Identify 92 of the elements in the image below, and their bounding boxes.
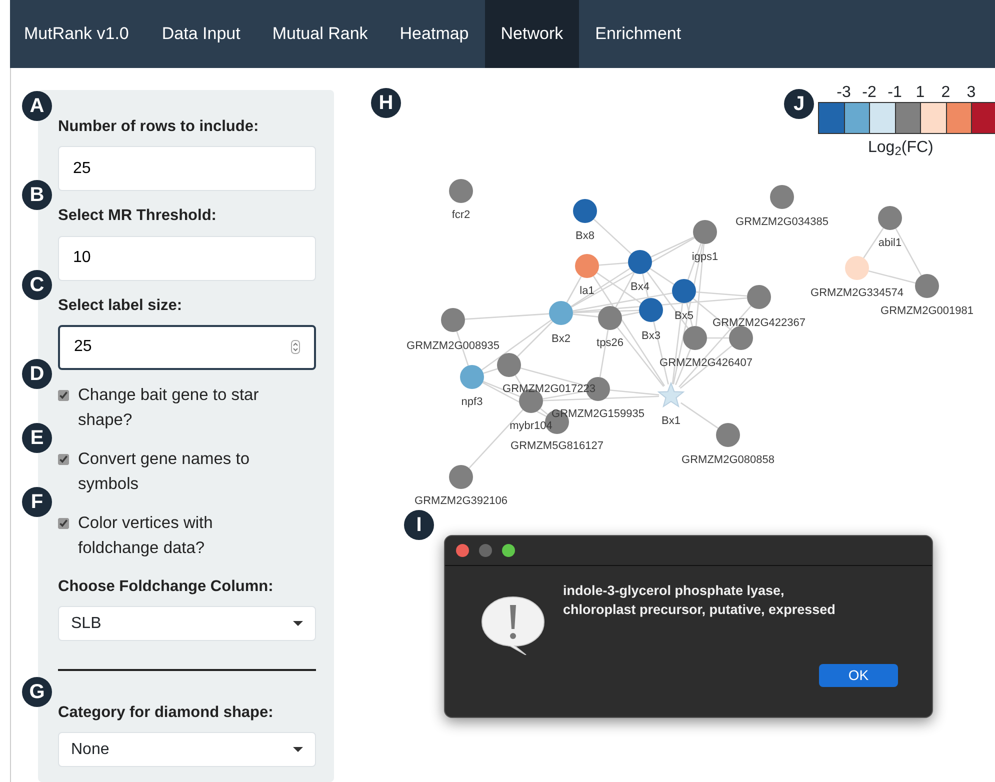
node-label: Bx1: [662, 415, 680, 427]
network-node[interactable]: [460, 365, 484, 389]
network-node[interactable]: [878, 206, 902, 230]
legend-tick: 1: [914, 84, 926, 102]
nav-tab[interactable]: Heatmap: [384, 0, 485, 68]
checkbox[interactable]: [58, 390, 69, 401]
node-label: Bx8: [576, 230, 594, 242]
node-label: GRMZM2G422367: [712, 317, 806, 329]
node-label: abil1: [878, 237, 902, 249]
annotation-marker: G: [22, 677, 52, 707]
network-edge: [680, 402, 718, 429]
caret-icon: [293, 746, 303, 753]
checkbox-label: Color vertices with foldchange data?: [78, 512, 214, 559]
ok-button[interactable]: OK: [819, 664, 898, 687]
node-label: la1: [580, 285, 594, 297]
node-label: Bx5: [674, 310, 694, 322]
network-node[interactable]: [441, 308, 465, 332]
minimize-icon: [479, 544, 492, 557]
legend-title: Log$_{2}$(FC): [868, 138, 934, 160]
node-label: GRMZM2G334574: [810, 287, 904, 299]
network-node[interactable]: [729, 326, 753, 350]
network-node[interactable]: [657, 382, 685, 408]
annotation-marker: C: [22, 270, 52, 300]
network-node[interactable]: [716, 423, 740, 447]
legend-tick: -1: [886, 84, 903, 102]
checkbox-label: Convert gene names to symbols: [78, 448, 251, 495]
network-node[interactable]: [639, 298, 663, 322]
annotation-marker: J: [784, 89, 814, 119]
network-node[interactable]: [549, 301, 573, 325]
close-icon[interactable]: [456, 544, 469, 557]
network-node[interactable]: [449, 465, 473, 489]
network-node[interactable]: [575, 254, 599, 278]
nav-tab[interactable]: Data Input: [146, 0, 256, 68]
network-node[interactable]: [449, 179, 473, 203]
annotation-marker: H: [371, 88, 401, 118]
node-label: npf3: [461, 396, 483, 408]
node-label: GRMZM2G034385: [736, 216, 828, 228]
nav-tab[interactable]: Enrichment: [579, 0, 698, 68]
input-field[interactable]: 25: [58, 324, 316, 370]
nav-tab[interactable]: Mutual Rank: [256, 0, 384, 68]
network-node[interactable]: [915, 274, 939, 298]
app-brand[interactable]: MutRank v1.0: [10, 0, 146, 68]
node-label: GRMZM2G080858: [682, 454, 774, 466]
node-label: GRMZM2G426407: [660, 357, 752, 369]
input-field[interactable]: 10: [58, 236, 316, 280]
network-node[interactable]: [770, 185, 794, 209]
node-label: Bx4: [630, 281, 650, 293]
checkbox-label: Change bait gene to star shape?: [78, 384, 260, 431]
node-label: Bx2: [552, 333, 570, 345]
field-label: Select label size:: [58, 296, 182, 316]
annotation-marker: D: [22, 358, 52, 389]
node-label: GRMZM2G392106: [414, 495, 508, 507]
input-field[interactable]: 25: [58, 146, 316, 192]
spinner-icon[interactable]: [291, 340, 300, 354]
network-node[interactable]: [747, 285, 771, 309]
annotation-marker: E: [22, 422, 52, 453]
network-node[interactable]: [683, 326, 707, 350]
network-node[interactable]: [598, 306, 622, 330]
legend-tick: 2: [940, 84, 952, 102]
node-label: GRMZM2G001981: [880, 305, 974, 317]
annotation-marker: F: [22, 486, 52, 517]
nav-tab[interactable]: Network: [484, 0, 580, 68]
network-node[interactable]: [845, 256, 869, 280]
node-label: GRMZM2G008935: [406, 340, 500, 352]
annotation-marker: A: [22, 91, 52, 121]
node-label: GRMZM5G816127: [510, 440, 604, 452]
legend-tick: 3: [966, 84, 977, 102]
network-node[interactable]: [573, 199, 597, 223]
checkbox[interactable]: [58, 518, 69, 529]
checkbox[interactable]: [58, 454, 69, 465]
dialog-message: indole-3-glycerol phosphate lyase, chloroplast precursor, putative, expressed: [563, 582, 836, 619]
warning-bubble-icon: [480, 595, 546, 655]
network-node[interactable]: [628, 250, 652, 274]
network-node[interactable]: [497, 353, 521, 377]
legend-tick: -3: [836, 84, 852, 102]
node-label: tps26: [596, 337, 624, 349]
legend-tick: -2: [861, 84, 878, 102]
annotation-marker: B: [22, 180, 52, 210]
field-label: Number of rows to include:: [58, 117, 259, 137]
node-label: fcr2: [452, 209, 470, 221]
maximize-icon[interactable]: [502, 544, 515, 557]
field-label: Category for diamond shape:: [58, 703, 274, 723]
caret-icon: [293, 620, 303, 626]
node-label: igps1: [692, 251, 718, 263]
node-label: Bx3: [642, 330, 660, 342]
dropdown[interactable]: None: [58, 732, 316, 768]
field-label: Select MR Threshold:: [58, 206, 216, 226]
field-label: Choose Foldchange Column:: [58, 576, 274, 597]
dropdown[interactable]: SLB: [58, 606, 316, 641]
network-node[interactable]: [693, 220, 717, 244]
annotation-marker: I: [404, 510, 434, 540]
network-node[interactable]: [672, 279, 696, 303]
